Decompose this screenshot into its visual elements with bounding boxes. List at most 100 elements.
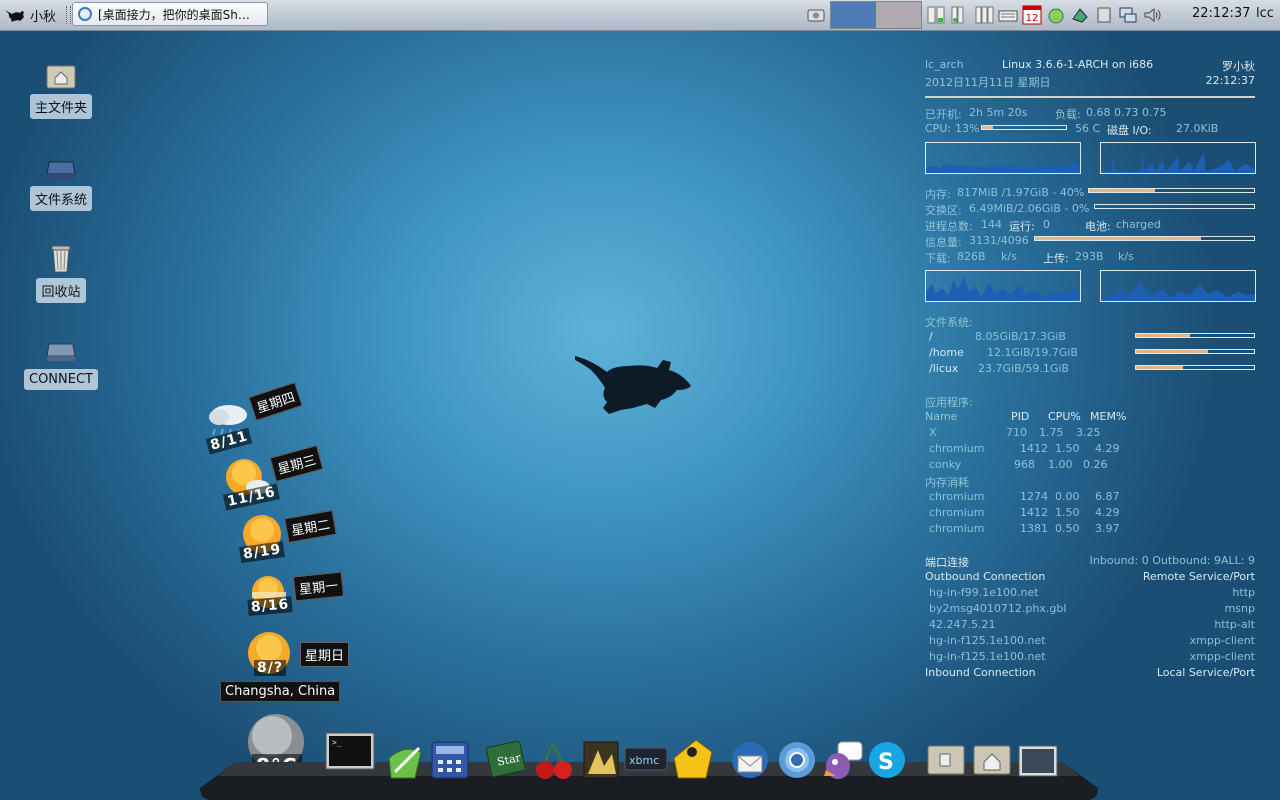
chromium-icon[interactable] [777, 740, 817, 780]
usb-icon[interactable] [1094, 5, 1114, 25]
desktop-icon-home[interactable]: 主文件夹 [11, 60, 111, 119]
connection-service: http [1232, 586, 1255, 599]
conky-disk-graph [1100, 142, 1256, 174]
proc-cpu: 1.50 [1055, 506, 1080, 519]
weather-temps: 8/? [254, 660, 286, 676]
workspace-1[interactable] [831, 2, 876, 28]
weather-day-label: 星期一 [292, 571, 345, 602]
screenshot-icon[interactable] [806, 5, 826, 25]
conky-running: 0 [1043, 218, 1050, 231]
pidgin-icon[interactable] [820, 740, 864, 780]
home-folder-icon[interactable] [972, 742, 1012, 776]
terminal-icon[interactable]: >_ [325, 732, 375, 772]
connection-host: by2msg4010712.phx.gbl [929, 602, 1067, 615]
proc-name: chromium [929, 506, 985, 519]
thunderbird-icon[interactable] [728, 740, 772, 780]
conky-msg: 3131/4096 [969, 234, 1029, 247]
conky-mem-bar [1088, 188, 1255, 193]
conky-up-graph [1100, 270, 1256, 302]
game-icon[interactable] [670, 738, 716, 780]
proc-pid: 1381 [1020, 522, 1048, 535]
conky-fs-bar [1135, 333, 1255, 338]
calendar-icon[interactable]: 12 [1022, 5, 1042, 25]
panel-user[interactable]: lcc [1256, 6, 1274, 21]
conky-mem: 817MiB /1.97GiB - 40% [957, 186, 1085, 199]
proc-mem: 4.29 [1095, 506, 1120, 519]
conky-fs-usage: 23.7GiB/59.1GiB [978, 362, 1069, 375]
conky-host: lc_arch [925, 58, 964, 71]
conky-col-pid: PID [1011, 410, 1030, 423]
conky-col-cpu: CPU% [1048, 410, 1081, 423]
skype-icon[interactable]: S [866, 740, 908, 780]
window-task-title: [桌面接力，把你的桌面Sh… [98, 7, 250, 22]
proc-cpu: 1.75 [1039, 426, 1064, 439]
connection-host: hg-in-f99.1e100.net [929, 586, 1039, 599]
image-viewer-icon[interactable] [582, 740, 620, 780]
proc-pid: 1412 [1020, 506, 1048, 519]
desktop-icon-filesystem[interactable]: 文件系统 [11, 152, 111, 211]
workspace-switcher[interactable] [830, 1, 922, 29]
proc-pid: 1274 [1020, 490, 1048, 503]
network-icon[interactable] [1118, 5, 1138, 25]
drive-icon [46, 161, 76, 179]
conky-uptime: 2h 5m 20s [969, 106, 1028, 119]
conky-mem-label: 内存: [925, 188, 951, 201]
panel-separator [66, 6, 71, 24]
conky-cpu-graph [925, 142, 1081, 174]
conky-fs-bar-fill [1136, 334, 1191, 337]
conky-diskio-label: 磁盘 I/O: [1107, 124, 1152, 137]
workspace-2[interactable] [876, 2, 921, 28]
calculator-icon[interactable] [430, 740, 470, 780]
connection-host: hg-in-f125.1e100.net [929, 634, 1046, 647]
conky-diskio: 27.0KiB [1176, 122, 1219, 135]
connection-service: http-alt [1214, 618, 1255, 631]
conky-swap-label: 交换区: [925, 204, 962, 217]
proc-name: chromium [929, 442, 985, 455]
conky-local-title: Local Service/Port [1156, 666, 1255, 679]
conky-cpu-bar-fill [982, 126, 993, 129]
stardict-icon[interactable]: Star [485, 740, 527, 780]
keyboard-icon[interactable] [998, 5, 1018, 25]
proc-mem: 6.87 [1095, 490, 1120, 503]
cherry-icon[interactable] [533, 740, 575, 780]
conky-fs-usage: 12.1GiB/19.7GiB [987, 346, 1078, 359]
conky-col-mem: MEM% [1090, 410, 1127, 423]
conky-ports-summary: Inbound: 0 Outbound: 9ALL: 9 [1089, 554, 1255, 567]
conky-date: 2012日11月11日 星期日 [925, 76, 1051, 89]
conky-cpu-bar [981, 125, 1067, 130]
connection-service: xmpp-client [1189, 650, 1255, 663]
conky-procs: 144 [981, 218, 1002, 231]
volume-icon[interactable] [1142, 5, 1162, 25]
xfce-mouse-icon [5, 10, 24, 22]
conky-fs-usage: 8.05GiB/17.3GiB [975, 330, 1066, 343]
documents-folder-icon[interactable] [926, 742, 966, 776]
conky-fs-mount: / [929, 330, 933, 343]
update-icon[interactable] [1070, 5, 1090, 25]
conky-battery-label: 电池: [1085, 220, 1111, 233]
window-task-button[interactable]: [桌面接力，把你的桌面Sh… [72, 2, 268, 26]
desktop-icon-label: 文件系统 [29, 186, 92, 211]
conky-mem-bar-fill [1089, 189, 1155, 192]
pidgin-status-icon[interactable] [1046, 5, 1066, 25]
conky-fs-mount: /licux [929, 362, 959, 375]
desktop-icon-trash[interactable]: 回收站 [11, 244, 111, 303]
conky-swap: 6.49MiB/2.06GiB - 0% [969, 202, 1090, 215]
xbmc-icon[interactable]: xbmc [624, 744, 668, 774]
proc-pid: 710 [1006, 426, 1027, 439]
proc-name: chromium [929, 490, 985, 503]
text-editor-icon[interactable] [385, 742, 425, 782]
connection-host: 42.247.5.21 [929, 618, 996, 631]
conky-outbound-title: Outbound Connection [925, 570, 1046, 583]
conky-col-name: Name [925, 410, 958, 423]
panel-clock[interactable]: 22:12:37 [1192, 6, 1250, 21]
app-menu-button[interactable]: 小秋 [4, 4, 56, 26]
screen-icon[interactable] [1018, 745, 1058, 777]
conky-msg-label: 信息量: [925, 236, 962, 249]
connection-host: hg-in-f125.1e100.net [929, 650, 1046, 663]
conky-apps-title: 应用程序: [925, 396, 973, 409]
desktop-icon-label: 主文件夹 [29, 94, 92, 119]
conky-running-label: 运行: [1009, 220, 1035, 233]
desktop-icon-connect[interactable]: CONNECT [11, 336, 111, 390]
drive-icon [46, 343, 76, 361]
proc-mem: 4.29 [1095, 442, 1120, 455]
